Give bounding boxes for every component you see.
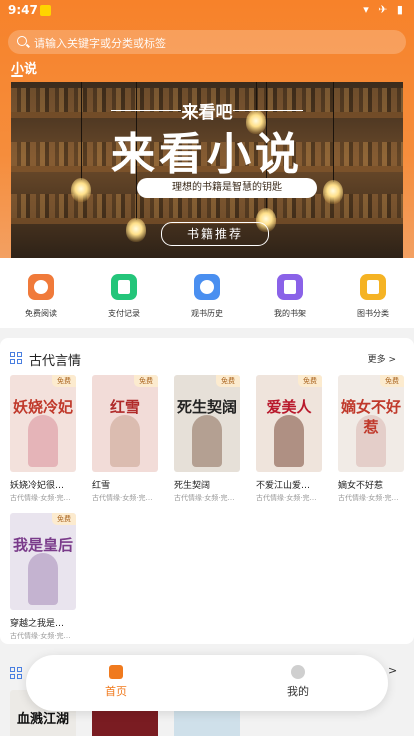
banner-slogan: 理想的书籍是智慧的钥匙 [137,178,317,198]
folder-icon-inner [367,280,379,294]
quick-menu-categories[interactable]: 图书分类 [340,274,406,319]
search-input[interactable] [32,30,396,56]
status-bar: 9:47 ▾ ✈ ▮ [0,0,414,22]
tab-home[interactable]: 首页 [56,665,176,699]
book-recommend-button[interactable]: 书籍推荐 [161,222,269,246]
quick-menu-bookshelf[interactable]: 我的书架 [257,274,323,319]
cover-title: 爱美人 [266,398,312,416]
book-meta: 古代情缘·女频·完… [174,494,235,502]
book-cover: 红雪 免费 [92,375,158,472]
book-card[interactable]: 嫡女不好惹 免费 嫡女不好惹 古代情缘·女频·完… [338,375,404,503]
grid-icon [10,352,22,364]
status-icons: ▾ ✈ ▮ [363,3,406,16]
cover-title: 死生契阔 [176,398,237,416]
free-badge: 免费 [52,513,76,525]
quick-menu-history[interactable]: 观书历史 [174,274,240,319]
header-background: 9:47 ▾ ✈ ▮ 小说 来看吧 来看小说 理想的书籍是智慧的钥匙 书籍推荐 [0,0,414,263]
book-card[interactable]: 红雪 免费 红雪 古代情缘·女频·完… [92,375,158,503]
book-icon [109,665,123,679]
cover-figure [274,415,304,467]
banner-carousel[interactable]: 来看吧 来看小说 理想的书籍是智慧的钥匙 书籍推荐 [11,82,403,258]
light-bulb-icon [126,218,146,242]
bottom-tab-bar: 首页 我的 [26,655,388,711]
book-title: 嫡女不好惹 [338,481,384,491]
free-badge: 免费 [134,375,158,387]
cover-figure [28,553,58,605]
book-title: 不爱江山爱… [256,481,311,491]
book-cover: 死生契阔 免费 [174,375,240,472]
cover-title: 妖娆冷妃 [12,398,73,416]
cover-title: 红雪 [109,398,140,416]
book-meta: 古代情缘·女频·完… [10,494,71,502]
cover-figure [192,415,222,467]
folder-icon [360,274,386,300]
grid-icon [10,667,22,679]
book-card[interactable]: 死生契阔 免费 死生契阔 古代情缘·女频·完… [174,375,240,503]
quick-menu-free-reading[interactable]: 免费阅读 [8,274,74,319]
quick-menu-label: 图书分类 [357,309,389,318]
quick-menu: 免费阅读 支付记录 观书历史 我的书架 图书分类 [0,258,414,328]
quick-menu-label: 支付记录 [108,309,140,318]
light-bulb-icon [323,180,343,204]
more-link[interactable]: 更多 > [368,352,396,365]
book-meta: 古代情缘·女频·完… [256,494,317,502]
book-title: 死生契阔 [174,481,211,491]
chevron-right-icon[interactable]: > [388,664,397,677]
search-bar[interactable] [8,30,406,56]
tab-mine-label: 我的 [287,685,309,698]
free-badge: 免费 [380,375,404,387]
book-cover: 爱美人 免费 [256,375,322,472]
quick-menu-label: 我的书架 [274,309,306,318]
clock-icon [194,274,220,300]
cover-figure [110,415,140,467]
status-time: 9:47 [8,3,38,17]
user-icon [291,665,305,679]
bookshelf-icon [277,274,303,300]
quick-menu-label: 免费阅读 [25,309,57,318]
book-title: 妖娆冷妃很… [10,481,65,491]
tab-mine[interactable]: 我的 [238,665,358,699]
book-cover: 妖娆冷妃 免费 [10,375,76,472]
section-title: 古代言情 [29,354,82,369]
document-icon-inner [118,280,130,294]
clock-icon-inner [200,280,214,294]
coin-icon-inner [34,280,48,294]
book-card[interactable]: 妖娆冷妃 免费 妖娆冷妃很… 古代情缘·女频·完… [10,375,76,503]
book-title: 穿越之我是… [10,619,65,629]
bookshelf-icon-inner [284,280,296,294]
book-cover: 我是皇后 免费 [10,513,76,610]
book-meta: 古代情缘·女频·完… [92,494,153,502]
cover-title: 嫡女不好惹 [340,398,401,436]
free-badge: 免费 [216,375,240,387]
quick-menu-payment-record[interactable]: 支付记录 [91,274,157,319]
book-card[interactable]: 爱美人 免费 不爱江山爱… 古代情缘·女频·完… [256,375,322,503]
section-ancient-romance: 古代言情 更多 > 妖娆冷妃 免费 妖娆冷妃很… 古代情缘·女频·完… 红雪 免… [0,338,414,644]
category-tab-indicator [11,75,23,77]
coin-icon [28,274,54,300]
book-title: 红雪 [92,481,111,491]
book-cover: 嫡女不好惹 免费 [338,375,404,472]
notification-icon [40,5,51,16]
tab-home-label: 首页 [105,685,127,698]
book-card[interactable]: 我是皇后 免费 穿越之我是… 古代情缘·女频·完… [10,513,76,641]
banner-headline: 来看小说 [111,129,303,180]
free-badge: 免费 [52,375,76,387]
search-icon [17,36,27,46]
free-badge: 免费 [298,375,322,387]
document-icon [111,274,137,300]
book-meta: 古代情缘·女频·完… [10,632,71,640]
cover-title: 我是皇后 [12,536,73,554]
book-meta: 古代情缘·女频·完… [338,494,399,502]
cover-figure [28,415,58,467]
quick-menu-label: 观书历史 [191,309,223,318]
